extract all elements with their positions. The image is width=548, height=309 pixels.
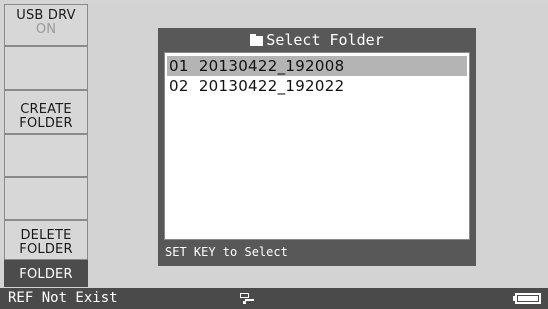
select-folder-dialog: Select Folder 01 20130422_192008 02 2013… <box>158 28 476 266</box>
usb-icon <box>240 293 254 304</box>
empty-key-2[interactable] <box>4 46 88 90</box>
status-message: REF Not Exist <box>8 290 118 306</box>
folder-icon <box>250 34 264 46</box>
folder-key[interactable]: FOLDER <box>4 260 88 287</box>
folder-list-item-label: 02 20130422_192022 <box>169 77 345 95</box>
empty-key-5[interactable] <box>4 177 88 220</box>
create-folder-key[interactable]: CREATE FOLDER <box>4 90 88 134</box>
dialog-title-text: Select Folder <box>266 31 384 49</box>
dialog-title: Select Folder <box>158 30 476 50</box>
folder-list-item[interactable]: 02 20130422_192022 <box>167 76 467 96</box>
folder-list-item-selected[interactable]: 01 20130422_192008 <box>167 56 467 76</box>
usb-drive-label: USB DRV <box>16 8 76 23</box>
screen: USB DRV ON CREATE FOLDER DELETE FOLDER F… <box>0 0 548 309</box>
create-folder-line2: FOLDER <box>19 116 73 131</box>
delete-folder-line1: DELETE <box>20 228 72 243</box>
battery-icon <box>513 293 541 304</box>
function-key-column: USB DRV ON CREATE FOLDER DELETE FOLDER F… <box>4 4 88 287</box>
dialog-hint: SET KEY to Select <box>165 245 288 259</box>
folder-list-item-label: 01 20130422_192008 <box>169 57 345 75</box>
empty-key-4[interactable] <box>4 134 88 177</box>
delete-folder-key[interactable]: DELETE FOLDER <box>4 220 88 260</box>
usb-drive-status: ON <box>35 22 57 37</box>
delete-folder-line2: FOLDER <box>19 242 73 257</box>
usb-drive-key[interactable]: USB DRV ON <box>4 4 88 46</box>
folder-list[interactable]: 01 20130422_192008 02 20130422_192022 <box>164 52 470 240</box>
folder-key-label: FOLDER <box>19 267 73 282</box>
status-bar: REF Not Exist <box>0 288 548 309</box>
create-folder-line1: CREATE <box>20 102 72 117</box>
